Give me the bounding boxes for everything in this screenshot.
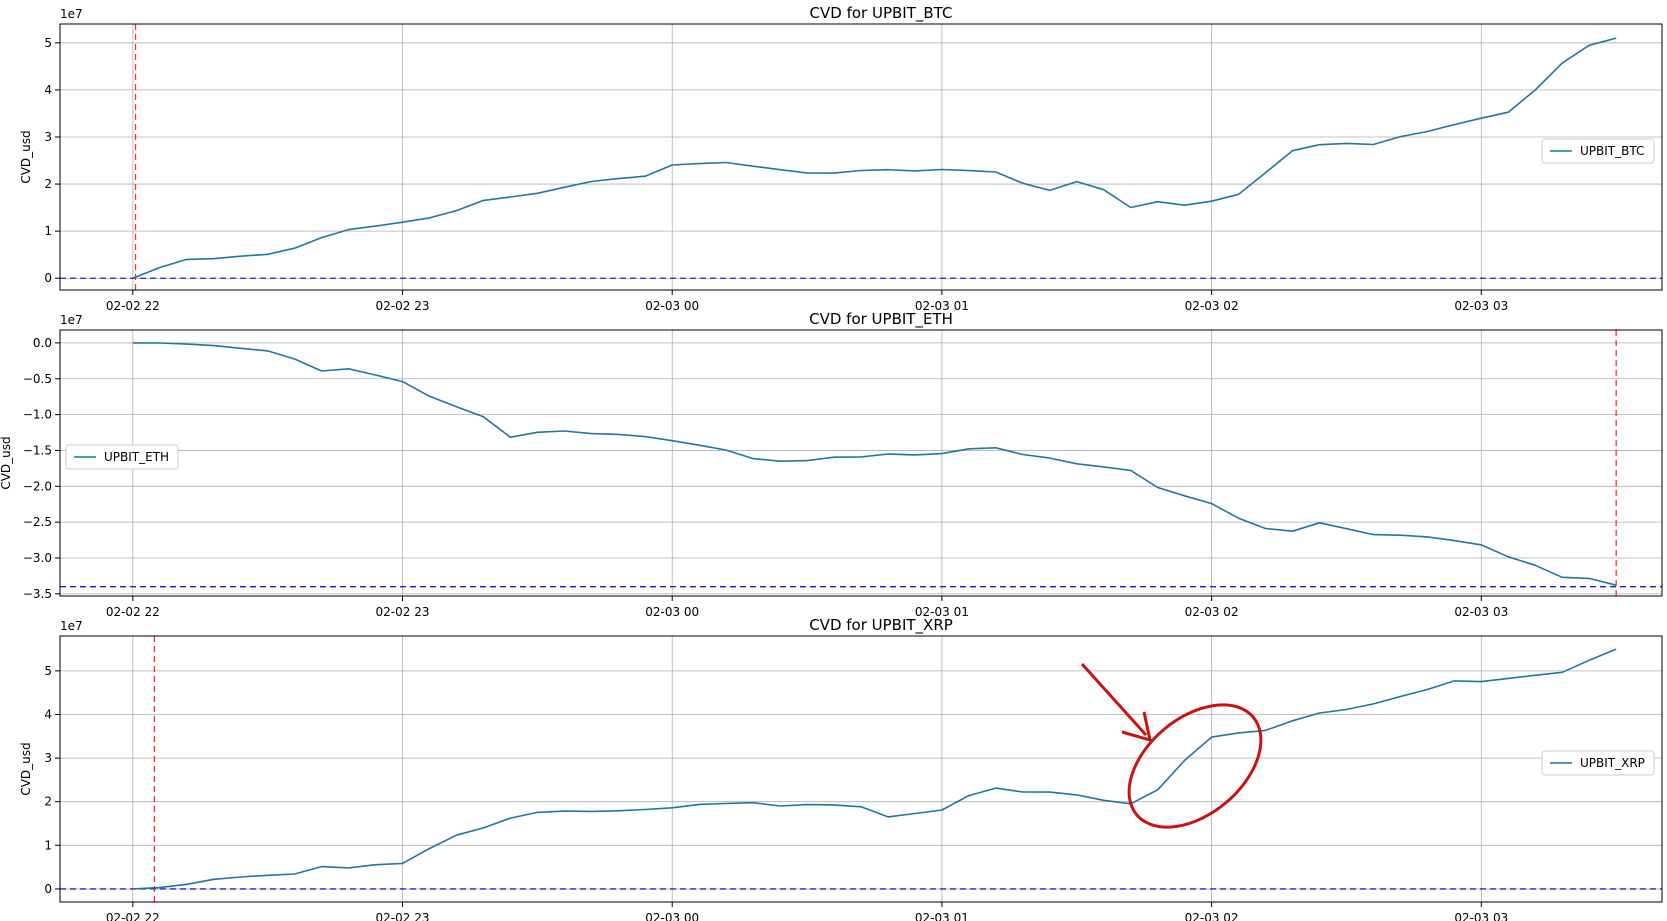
y-tick-label: 5	[44, 664, 52, 678]
y-tick-label: 0	[44, 271, 52, 285]
annotation-ellipse	[1127, 703, 1263, 829]
x-tick-label: 02-03 02	[1185, 605, 1239, 619]
chart-title: CVD for UPBIT_XRP	[809, 616, 953, 635]
series-line-upbit_xrp	[132, 648, 1617, 890]
axis-offset-label: 1e7	[60, 313, 83, 327]
x-tick-label: 02-03 03	[1454, 911, 1508, 921]
y-tick-label: −3.0	[23, 551, 52, 565]
x-tick-label: 02-03 00	[645, 605, 699, 619]
chart-panel-btc: 02-02 22 02-02 23 02-03 00 02-03 01 02-03 02…	[19, 4, 1663, 313]
y-tick-label: −3.5	[23, 587, 52, 601]
y-tick-label: 1	[44, 838, 52, 852]
x-tick-label: 02-02 23	[376, 605, 430, 619]
legend-label: UPBIT_BTC	[1580, 144, 1644, 158]
y-axis-label: CVD_usd	[19, 130, 33, 183]
series-line-upbit_eth	[132, 342, 1617, 586]
x-tick-label: 02-03 00	[645, 299, 699, 313]
legend-label: UPBIT_ETH	[104, 450, 169, 464]
x-tick-label: 02-03 03	[1454, 299, 1508, 313]
legend: UPBIT_ETH	[65, 444, 179, 470]
y-tick-label: −0.5	[23, 372, 52, 386]
legend: UPBIT_XRP	[1541, 750, 1655, 776]
y-axis-label: CVD_usd	[19, 742, 33, 795]
annotation-arrow-shaft	[1080, 662, 1148, 737]
y-tick-label: 3	[44, 130, 52, 144]
series-line-upbit_btc	[132, 37, 1617, 279]
y-tick-label: 0.0	[33, 336, 52, 350]
x-tick-label: 02-03 02	[1185, 911, 1239, 921]
y-tick-label: 4	[44, 707, 52, 721]
axes-frame	[59, 635, 1663, 903]
legend-label: UPBIT_XRP	[1580, 756, 1645, 770]
chart-figure: 02-02 22 02-02 23 02-03 00 02-03 01 02-03 02…	[0, 4, 1663, 921]
y-tick-label: 2	[44, 177, 52, 191]
x-tick-label: 02-02 22	[106, 299, 160, 313]
axes-frame	[59, 329, 1663, 597]
axis-offset-label: 1e7	[60, 619, 83, 633]
x-tick-label: 02-03 00	[645, 911, 699, 921]
x-tick-label: 02-03 01	[915, 911, 969, 921]
x-tick-label: 02-03 02	[1185, 299, 1239, 313]
x-tick-label: 02-02 22	[106, 911, 160, 921]
legend: UPBIT_BTC	[1541, 138, 1655, 164]
axis-offset-label: 1e7	[60, 7, 83, 21]
x-tick-label: 02-03 03	[1454, 605, 1508, 619]
chart-title: CVD for UPBIT_BTC	[810, 4, 953, 23]
axes-frame	[59, 23, 1663, 291]
y-tick-label: −2.5	[23, 515, 52, 529]
y-tick-label: 5	[44, 36, 52, 50]
x-tick-label: 02-02 23	[376, 299, 430, 313]
x-tick-label: 02-02 23	[376, 911, 430, 921]
y-tick-label: 4	[44, 83, 52, 97]
y-tick-label: 2	[44, 795, 52, 809]
chart-panel-xrp: 02-02 22 02-02 23 02-03 00 02-03 01 02-03 02…	[19, 616, 1663, 921]
y-tick-label: −2.0	[23, 479, 52, 493]
y-axis-label: CVD_usd	[0, 436, 13, 489]
chart-panel-eth: 02-02 22 02-02 23 02-03 00 02-03 01 02-03 02…	[0, 310, 1663, 619]
y-tick-label: 1	[44, 224, 52, 238]
y-tick-label: −1.5	[23, 443, 52, 457]
y-tick-label: 3	[44, 751, 52, 765]
x-tick-label: 02-02 22	[106, 605, 160, 619]
y-tick-label: 0	[44, 882, 52, 896]
y-tick-label: −1.0	[23, 408, 52, 422]
chart-title: CVD for UPBIT_ETH	[809, 310, 953, 329]
